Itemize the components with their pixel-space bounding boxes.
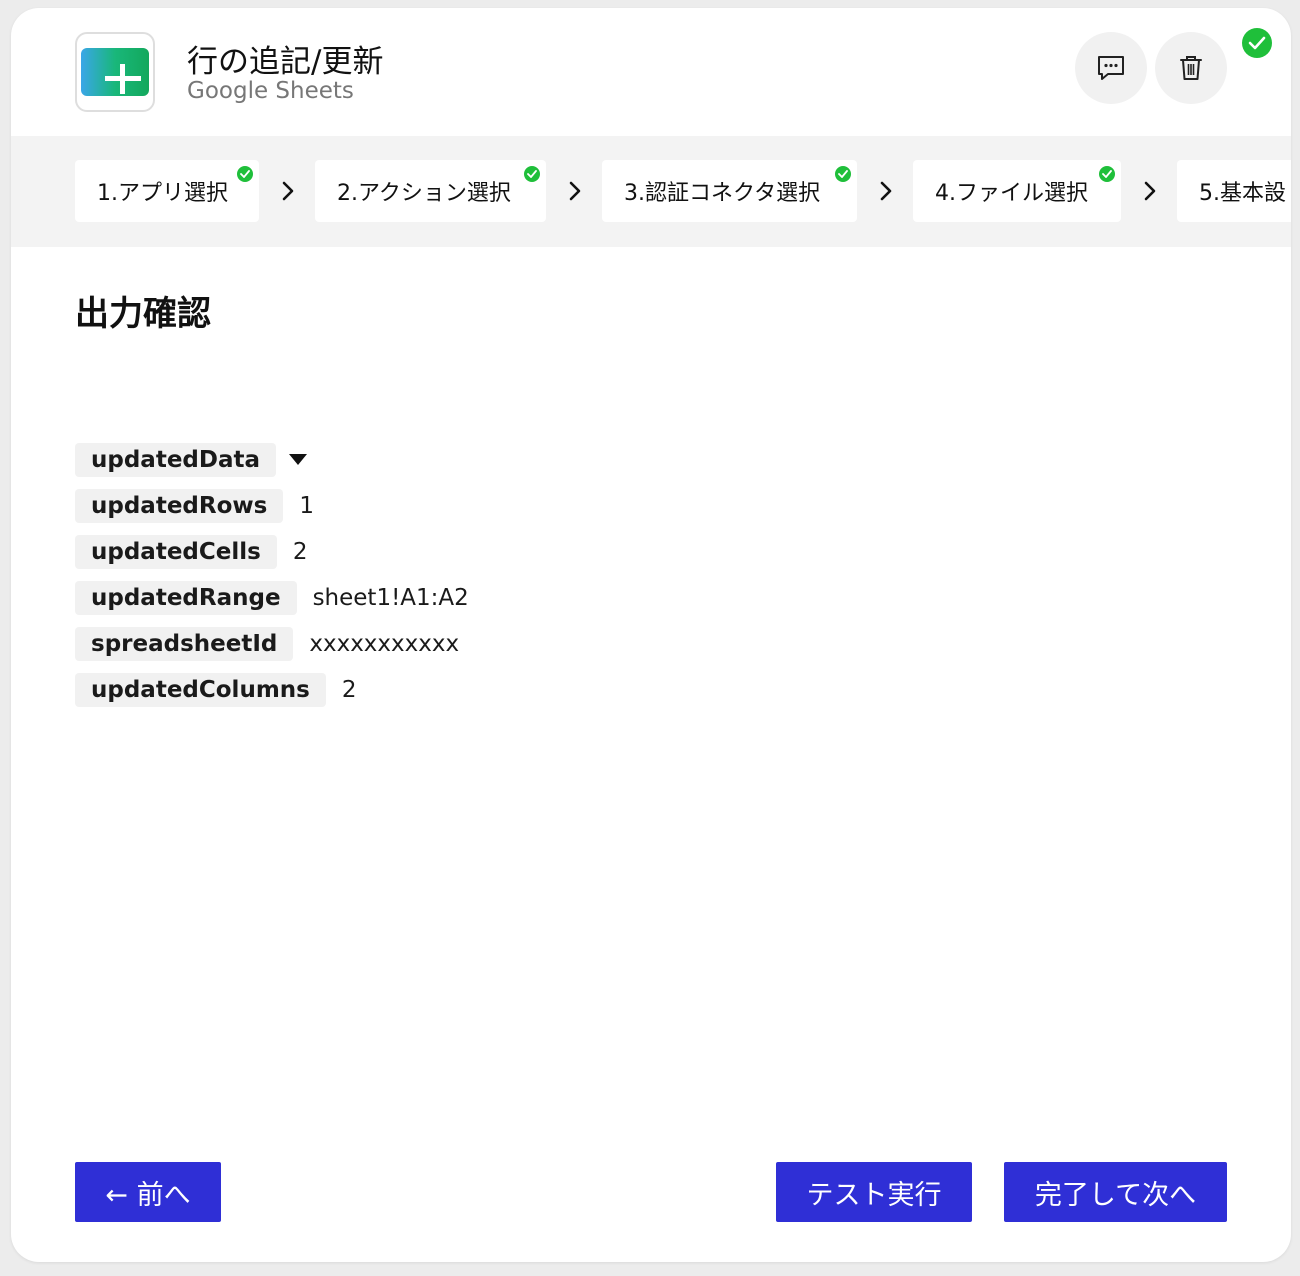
step-completed-check-icon xyxy=(835,166,851,182)
output-row-updated-data: updatedData xyxy=(75,443,308,477)
step-label: 2.アクション選択 xyxy=(337,181,511,206)
caret-down-icon[interactable] xyxy=(288,453,308,467)
test-run-button[interactable]: テスト実行 xyxy=(776,1162,972,1222)
step-tab-connector-select[interactable]: 3.認証コネクタ選択 xyxy=(602,160,857,222)
output-key: updatedCells xyxy=(75,535,277,569)
output-value: 1 xyxy=(299,493,314,519)
output-row-spreadsheet-id: spreadsheetId xxxxxxxxxxx xyxy=(75,627,459,661)
step-tab-basic-settings[interactable]: 5.基本設 xyxy=(1177,160,1291,222)
step-title: 行の追記/更新 xyxy=(187,44,384,80)
prev-button[interactable]: ← 前へ xyxy=(75,1162,221,1222)
output-key: updatedColumns xyxy=(75,673,326,707)
output-key: updatedRows xyxy=(75,489,284,523)
output-value: sheet1!A1:A2 xyxy=(312,585,469,611)
step-label: 3.認証コネクタ選択 xyxy=(624,181,821,206)
output-row-updated-range: updatedRange sheet1!A1:A2 xyxy=(75,581,469,615)
step-label: 5.基本設 xyxy=(1199,181,1286,206)
step-navigation: 1.アプリ選択 2.アクション選択 3.認証コネクタ選択 4.ファイル選択 5.… xyxy=(11,136,1291,247)
output-row-updated-rows: updatedRows 1 xyxy=(75,489,314,523)
section-title: 出力確認 xyxy=(75,294,211,334)
output-value: xxxxxxxxxxx xyxy=(309,631,460,657)
completed-check-icon xyxy=(1242,28,1272,58)
output-value: 2 xyxy=(292,539,308,565)
delete-button[interactable] xyxy=(1155,32,1227,104)
chevron-right-icon xyxy=(282,181,294,201)
step-label: 4.ファイル選択 xyxy=(935,181,1088,206)
step-label: 1.アプリ選択 xyxy=(97,181,228,206)
step-tab-app-select[interactable]: 1.アプリ選択 xyxy=(75,160,259,222)
step-completed-check-icon xyxy=(237,166,253,182)
step-completed-check-icon xyxy=(524,166,540,182)
output-key: spreadsheetId xyxy=(75,627,294,661)
output-key: updatedData xyxy=(75,443,277,477)
step-completed-check-icon xyxy=(1099,166,1115,182)
step-tab-action-select[interactable]: 2.アクション選択 xyxy=(315,160,546,222)
output-row-updated-cells: updatedCells 2 xyxy=(75,535,307,569)
comment-button[interactable] xyxy=(1075,32,1147,104)
step-settings-panel: 行の追記/更新 Google Sheets 1.アプリ選択 2.アクション選択 … xyxy=(11,8,1291,1262)
google-sheets-icon xyxy=(75,32,155,112)
output-row-updated-columns: updatedColumns 2 xyxy=(75,673,357,707)
trash-icon xyxy=(1180,56,1202,80)
comment-icon xyxy=(1098,56,1124,80)
panel-header: 行の追記/更新 Google Sheets xyxy=(11,8,1291,136)
complete-next-button[interactable]: 完了して次へ xyxy=(1004,1162,1227,1222)
chevron-right-icon xyxy=(1144,181,1156,201)
app-name: Google Sheets xyxy=(187,78,354,104)
chevron-right-icon xyxy=(880,181,892,201)
step-tab-file-select[interactable]: 4.ファイル選択 xyxy=(913,160,1121,222)
chevron-right-icon xyxy=(569,181,581,201)
output-key: updatedRange xyxy=(75,581,297,615)
output-value: 2 xyxy=(341,677,357,703)
